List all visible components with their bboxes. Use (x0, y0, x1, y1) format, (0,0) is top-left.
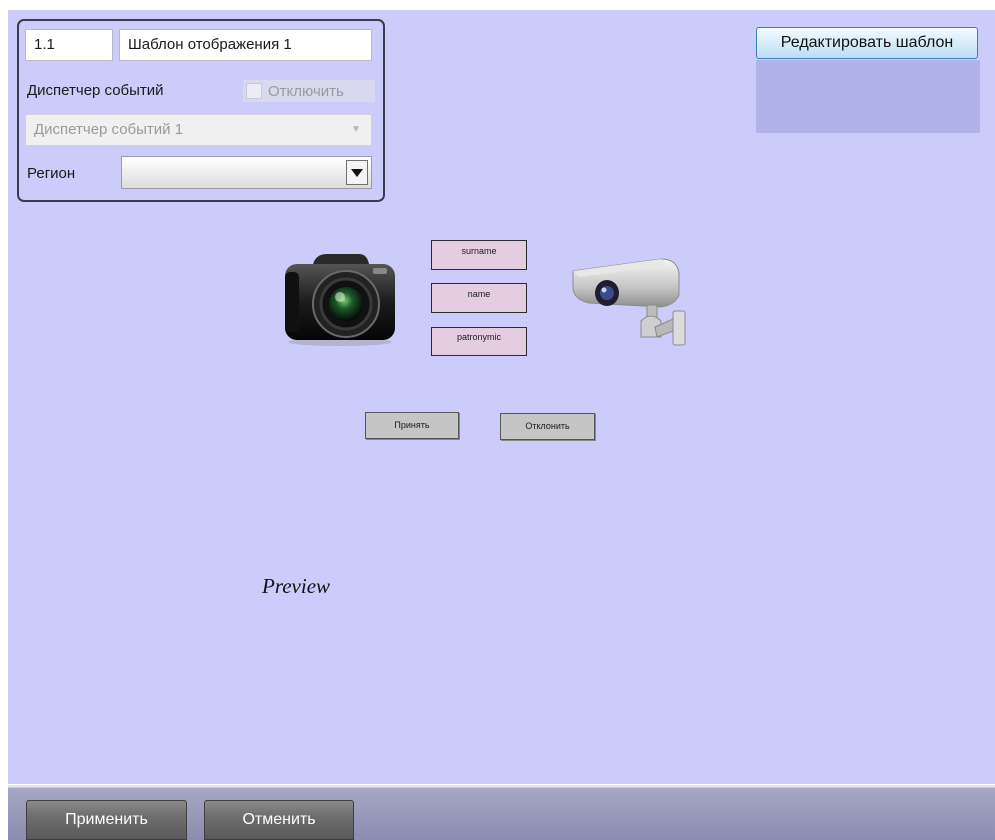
apply-button[interactable]: Применить (26, 800, 187, 840)
disable-checkbox-box[interactable] (246, 83, 262, 99)
disable-checkbox-label: Отключить (268, 82, 344, 100)
template-name-field[interactable]: Шаблон отображения 1 (119, 29, 372, 61)
cancel-button[interactable]: Отменить (204, 800, 354, 840)
chevron-down-icon: ▼ (351, 124, 361, 135)
dropdown-arrow-icon (351, 168, 363, 177)
event-dispatcher-select-value: Диспетчер событий 1 (34, 121, 184, 138)
region-label: Регион (27, 165, 76, 182)
name-field: name (431, 283, 527, 313)
disable-checkbox[interactable]: Отключить (243, 80, 375, 102)
security-camera-icon (572, 258, 686, 346)
event-dispatcher-label: Диспетчер событий (27, 82, 164, 99)
edit-template-button[interactable]: Редактировать шаблон (756, 27, 978, 59)
surname-field: surname (431, 240, 527, 270)
region-dropdown-button[interactable] (346, 160, 368, 185)
event-dispatcher-select[interactable]: Диспетчер событий 1 ▼ (25, 114, 372, 146)
region-select[interactable] (121, 156, 372, 189)
photo-camera-icon (285, 254, 395, 346)
edit-template-area (756, 60, 980, 133)
preview-label: Preview (262, 574, 331, 598)
patronymic-field: patronymic (431, 327, 527, 356)
template-id-field[interactable]: 1.1 (25, 29, 113, 61)
accept-button[interactable]: Принять (365, 412, 459, 439)
reject-button[interactable]: Отклонить (500, 413, 595, 440)
